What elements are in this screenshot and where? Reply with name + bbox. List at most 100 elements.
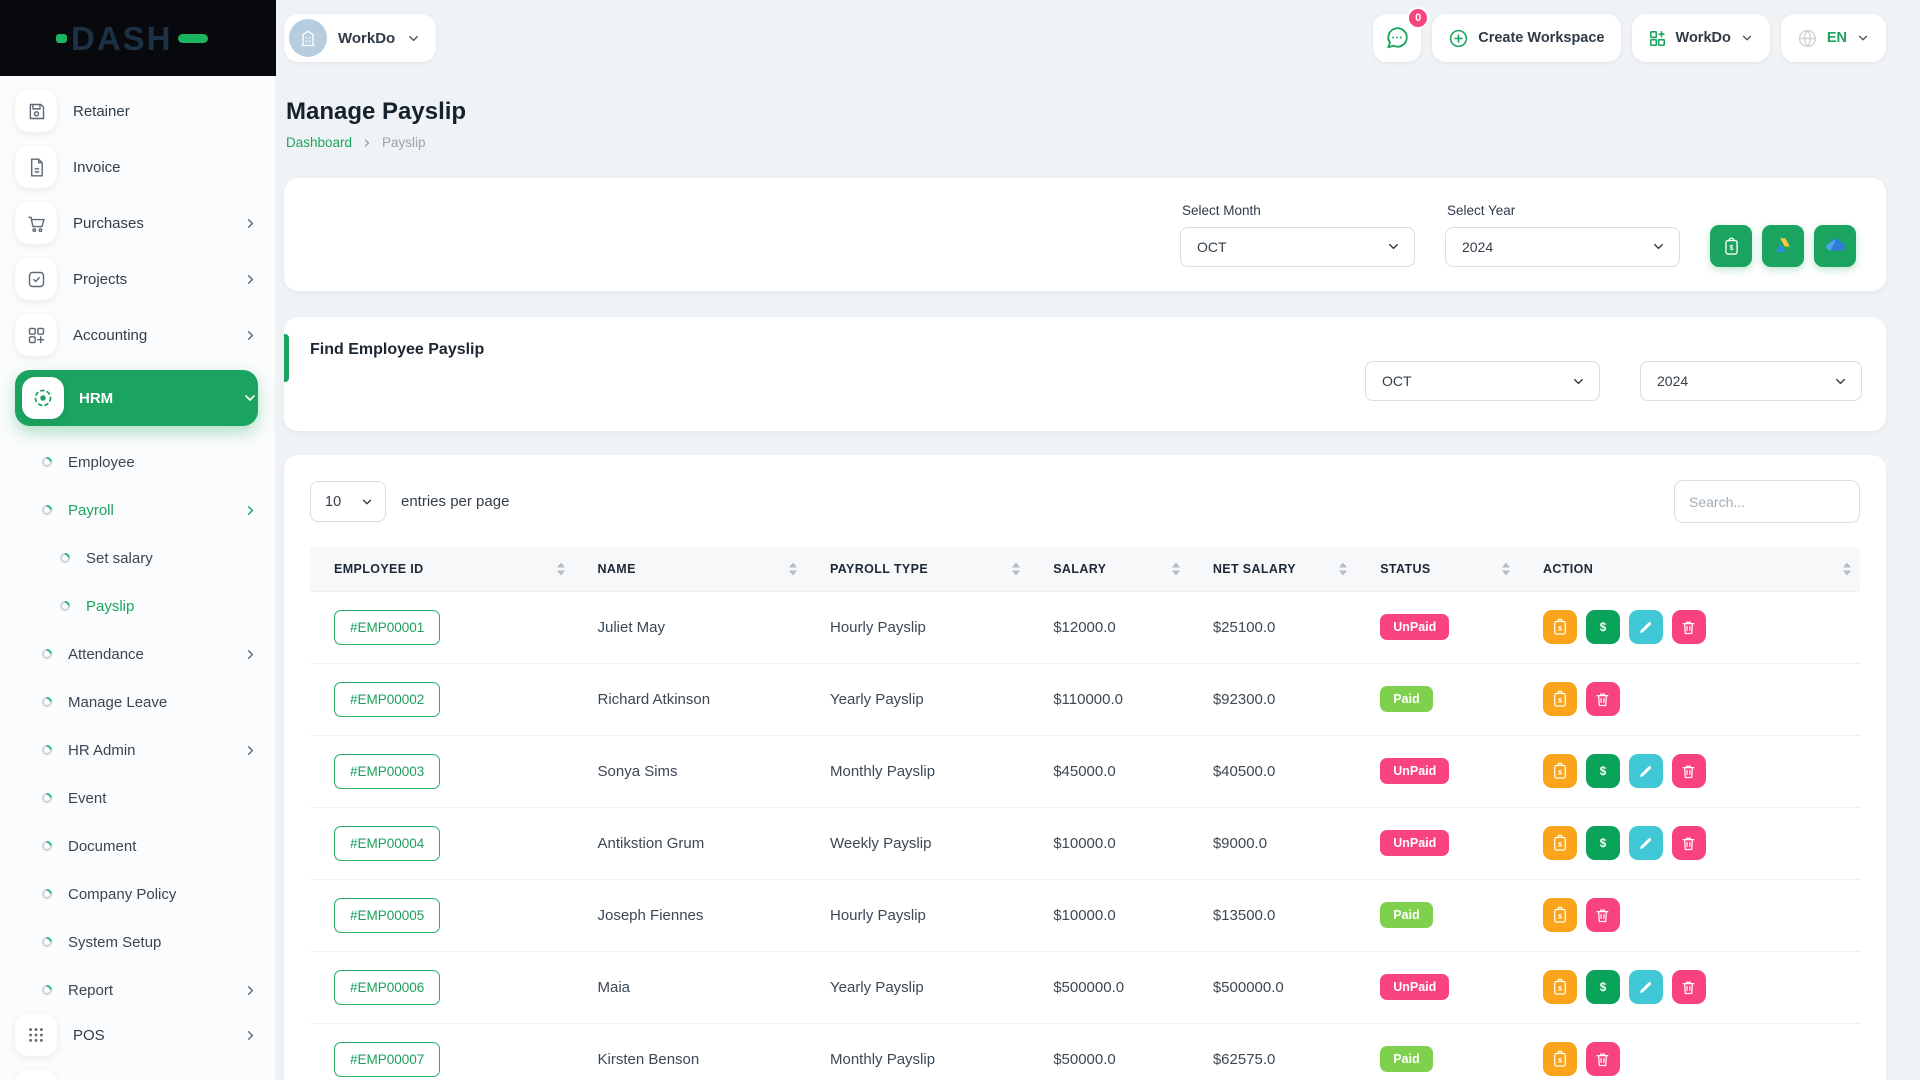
entries-per-page-select[interactable]: 10 <box>310 481 386 522</box>
messages-button[interactable]: 0 <box>1373 14 1421 62</box>
column-header-status[interactable]: STATUS <box>1356 547 1519 591</box>
sort-icon[interactable] <box>1843 562 1851 575</box>
employee-id-badge[interactable]: #EMP00005 <box>334 898 440 933</box>
chevron-down-icon <box>1386 239 1401 254</box>
sidebar-item-hrm[interactable]: HRM <box>15 370 258 426</box>
status-badge: UnPaid <box>1380 758 1449 784</box>
payslip-button[interactable]: $ <box>1543 826 1577 860</box>
bulk-payment-button[interactable]: $ <box>1710 225 1752 267</box>
sidebar-item-payslip[interactable]: Payslip <box>15 582 258 630</box>
salary-value: $10000.0 <box>1029 807 1189 879</box>
google-drive-export-button[interactable] <box>1762 225 1804 267</box>
employee-id-badge[interactable]: #EMP00001 <box>334 610 440 645</box>
sidebar-item-payroll[interactable]: Payroll <box>15 486 258 534</box>
sidebar-item-pos[interactable]: POS <box>15 1014 258 1056</box>
create-workspace-button[interactable]: Create Workspace <box>1432 14 1620 62</box>
delete-button[interactable] <box>1586 898 1620 932</box>
employee-id-badge[interactable]: #EMP00002 <box>334 682 440 717</box>
payslip-button[interactable]: $ <box>1543 898 1577 932</box>
sidebar-item-retainer[interactable]: Retainer <box>15 90 258 132</box>
pencil-icon <box>1637 763 1654 780</box>
sidebar-item-system-setup[interactable]: System Setup <box>15 918 258 966</box>
payslip-button[interactable]: $ <box>1543 682 1577 716</box>
sidebar-item-invoice[interactable]: Invoice <box>15 146 258 188</box>
column-header-salary[interactable]: SALARY <box>1029 547 1189 591</box>
year-select[interactable]: 2024 <box>1445 227 1680 267</box>
employee-name: Richard Atkinson <box>574 663 807 735</box>
sidebar-item-report[interactable]: Report <box>15 966 258 1014</box>
sidebar-item-crm[interactable]: CRM <box>15 1070 258 1080</box>
workdo-menu-button[interactable]: WorkDo <box>1632 14 1770 62</box>
delete-button[interactable] <box>1586 682 1620 716</box>
language-button[interactable]: EN <box>1781 14 1886 62</box>
delete-button[interactable] <box>1672 970 1706 1004</box>
payslip-button[interactable]: $ <box>1543 754 1577 788</box>
sidebar-item-event[interactable]: Event <box>15 774 258 822</box>
payment-button[interactable]: $ <box>1586 970 1620 1004</box>
edit-button[interactable] <box>1629 970 1663 1004</box>
breadcrumb: Dashboard Payslip <box>286 135 1886 150</box>
bullet-icon <box>40 839 54 853</box>
payroll-type: Yearly Payslip <box>806 663 1029 735</box>
delete-button[interactable] <box>1672 610 1706 644</box>
breadcrumb-dashboard-link[interactable]: Dashboard <box>286 135 352 150</box>
search-input[interactable] <box>1674 480 1860 523</box>
svg-text:$: $ <box>1558 625 1562 632</box>
delete-button[interactable] <box>1672 826 1706 860</box>
sort-icon[interactable] <box>1502 562 1510 575</box>
employee-id-badge[interactable]: #EMP00003 <box>334 754 440 789</box>
trash-icon <box>1680 619 1697 636</box>
chevron-right-icon <box>361 137 373 149</box>
sort-icon[interactable] <box>557 562 565 575</box>
sidebar: DASH Retainer Invoice Purchases Projects Acc… <box>0 0 276 1080</box>
status-badge: UnPaid <box>1380 830 1449 856</box>
payslip-button[interactable]: $ <box>1543 610 1577 644</box>
sidebar-item-purchases[interactable]: Purchases <box>15 202 258 244</box>
find-month-select[interactable]: OCT <box>1365 361 1600 401</box>
pencil-icon <box>1637 835 1654 852</box>
edit-button[interactable] <box>1629 826 1663 860</box>
salary-value: $110000.0 <box>1029 663 1189 735</box>
sort-icon[interactable] <box>789 562 797 575</box>
delete-button[interactable] <box>1672 754 1706 788</box>
sidebar-item-attendance[interactable]: Attendance <box>15 630 258 678</box>
month-select[interactable]: OCT <box>1180 227 1415 267</box>
column-header-net-salary[interactable]: NET SALARY <box>1189 547 1356 591</box>
onedrive-export-button[interactable] <box>1814 225 1856 267</box>
net-salary-value: $13500.0 <box>1189 879 1356 951</box>
sidebar-item-accounting[interactable]: Accounting <box>15 314 258 356</box>
column-header-employee-id[interactable]: EMPLOYEE ID <box>310 547 574 591</box>
trash-icon <box>1680 979 1697 996</box>
edit-button[interactable] <box>1629 610 1663 644</box>
employee-id-badge[interactable]: #EMP00006 <box>334 970 440 1005</box>
delete-button[interactable] <box>1586 1042 1620 1076</box>
sidebar-item-hr-admin[interactable]: HR Admin <box>15 726 258 774</box>
employee-id-badge[interactable]: #EMP00007 <box>334 1042 440 1077</box>
payment-button[interactable]: $ <box>1586 826 1620 860</box>
building-icon <box>298 28 318 48</box>
column-header-action[interactable]: ACTION <box>1519 547 1860 591</box>
app-logo[interactable]: DASH <box>0 0 276 76</box>
column-header-name[interactable]: NAME <box>574 547 807 591</box>
workspace-selector[interactable]: WorkDo <box>284 14 436 62</box>
sort-icon[interactable] <box>1012 562 1020 575</box>
sidebar-item-company-policy[interactable]: Company Policy <box>15 870 258 918</box>
employee-id-badge[interactable]: #EMP00004 <box>334 826 440 861</box>
column-header-payroll-type[interactable]: PAYROLL TYPE <box>806 547 1029 591</box>
find-year-select[interactable]: 2024 <box>1640 361 1862 401</box>
sort-icon[interactable] <box>1339 562 1347 575</box>
payment-button[interactable]: $ <box>1586 610 1620 644</box>
payslip-clipboard-icon: $ <box>1551 978 1569 996</box>
sidebar-item-document[interactable]: Document <box>15 822 258 870</box>
payslip-button[interactable]: $ <box>1543 1042 1577 1076</box>
payment-button[interactable]: $ <box>1586 754 1620 788</box>
sidebar-item-label: Projects <box>73 271 243 288</box>
sort-icon[interactable] <box>1172 562 1180 575</box>
table-row: #EMP00006MaiaYearly Payslip$500000.0$500… <box>310 951 1860 1023</box>
sidebar-item-employee[interactable]: Employee <box>15 438 258 486</box>
sidebar-item-manage-leave[interactable]: Manage Leave <box>15 678 258 726</box>
edit-button[interactable] <box>1629 754 1663 788</box>
sidebar-item-projects[interactable]: Projects <box>15 258 258 300</box>
sidebar-item-set-salary[interactable]: Set salary <box>15 534 258 582</box>
payslip-button[interactable]: $ <box>1543 970 1577 1004</box>
